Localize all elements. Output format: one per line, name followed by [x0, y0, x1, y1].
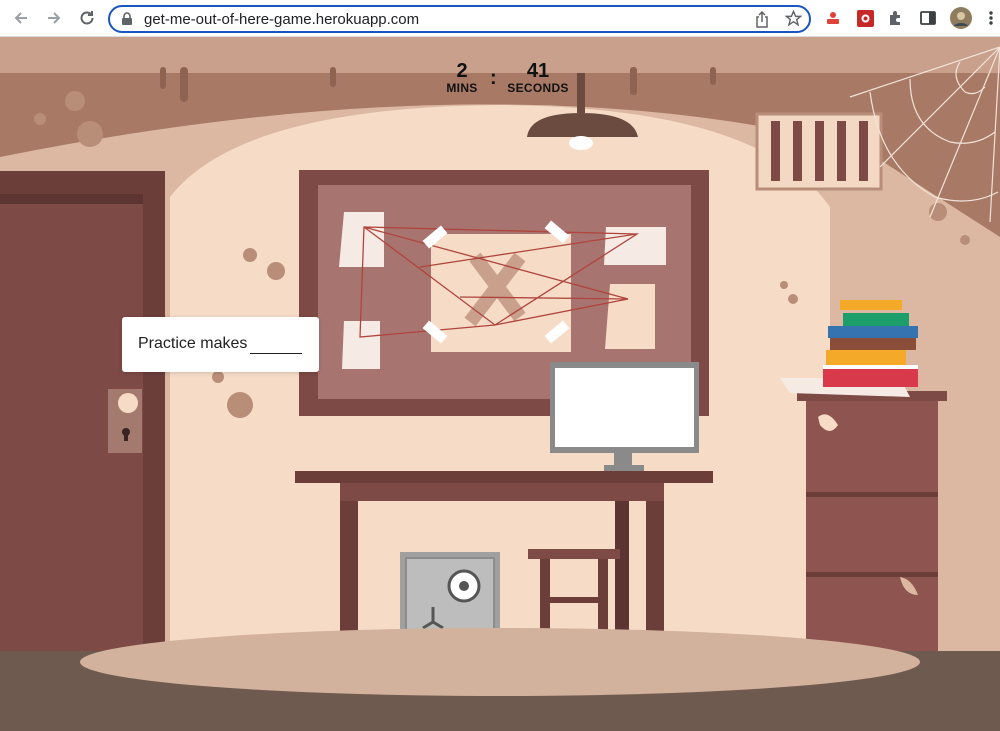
timer-minutes-label: MINS — [446, 81, 478, 95]
sidepanel-icon[interactable] — [919, 9, 937, 27]
forward-icon[interactable] — [42, 6, 66, 30]
floor-rug — [80, 628, 920, 696]
timer-seconds: 41 — [526, 60, 550, 82]
more-menu-icon[interactable] — [982, 9, 1000, 27]
riddle-card: Practice makes — [122, 317, 319, 372]
timer-separator: : — [490, 67, 497, 89]
profile-avatar[interactable] — [950, 7, 972, 29]
extension-puzzle-piece-red-icon[interactable] — [856, 9, 874, 27]
filing-cabinet — [797, 391, 947, 651]
riddle-text: Practice makes — [138, 335, 248, 352]
extension-red-icon[interactable] — [824, 9, 842, 27]
share-icon[interactable] — [754, 10, 770, 33]
countdown-timer: 2 MINS : 41 SECONDS — [0, 60, 1000, 100]
bookmark-star-icon[interactable] — [784, 9, 803, 32]
url-text[interactable]: get-me-out-of-here-game.herokuapp.com — [144, 11, 419, 28]
timer-minutes: 2 — [456, 60, 468, 82]
timer-seconds-label: SECONDS — [507, 81, 569, 95]
wall-vent — [755, 112, 883, 191]
game-area: 2 MINS : 41 SECONDS Practice makes — [0, 37, 1000, 731]
reload-icon[interactable] — [75, 6, 99, 30]
extensions-puzzle-icon[interactable] — [887, 9, 905, 27]
riddle-answer-input[interactable] — [250, 335, 302, 354]
browser-toolbar: get-me-out-of-here-game.herokuapp.com — [0, 0, 1000, 37]
back-icon[interactable] — [9, 6, 33, 30]
escape-room-scene — [0, 37, 1000, 731]
address-bar[interactable]: get-me-out-of-here-game.herokuapp.com — [108, 5, 811, 33]
door — [0, 171, 165, 651]
lock-icon[interactable] — [121, 12, 133, 31]
